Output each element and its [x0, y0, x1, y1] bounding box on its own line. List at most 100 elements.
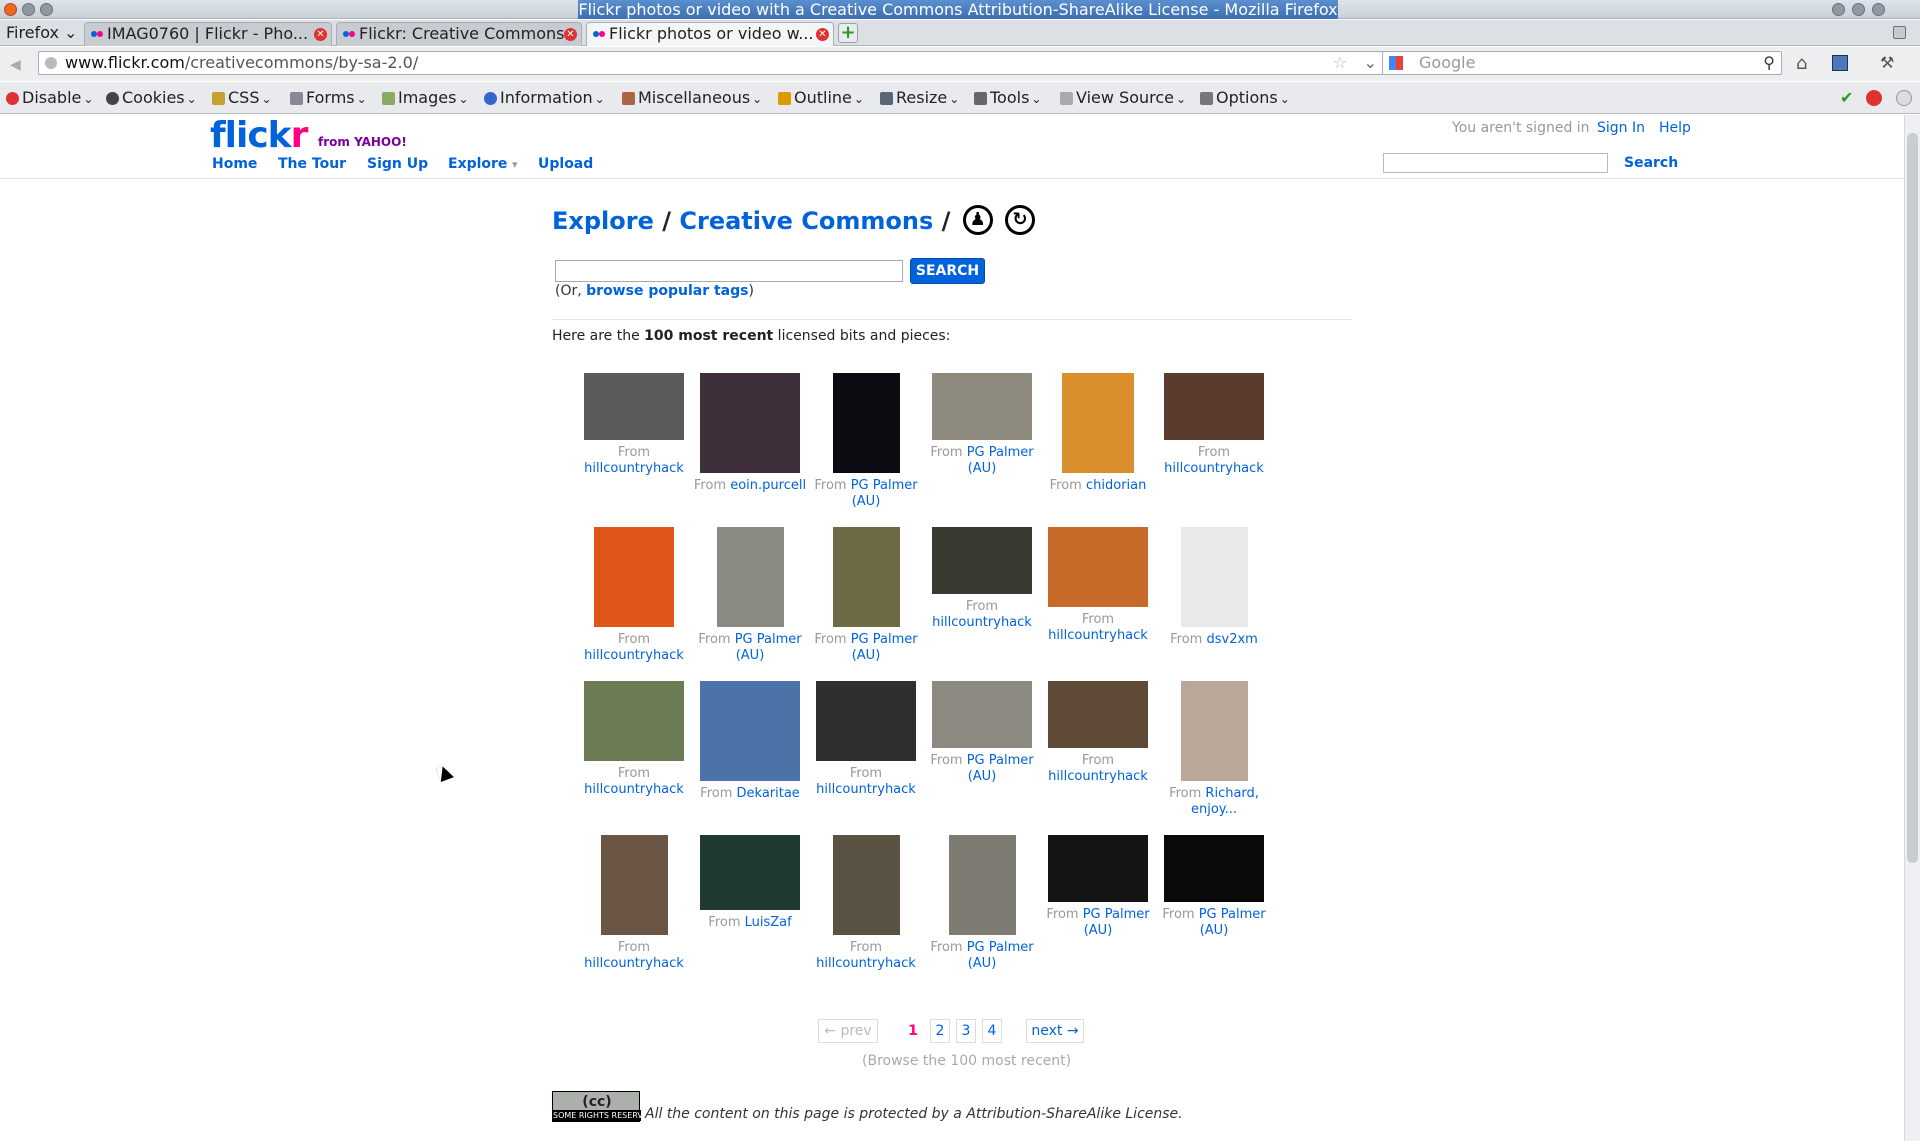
- scrollbar-thumb[interactable]: [1907, 133, 1918, 863]
- photo-owner-link[interactable]: hillcountryhack: [1048, 628, 1148, 643]
- photo-thumbnail[interactable]: [832, 373, 900, 473]
- photo-thumbnail[interactable]: [1048, 527, 1148, 607]
- close-tab-icon[interactable]: ✕: [314, 28, 327, 41]
- header-search-input[interactable]: [1383, 153, 1608, 173]
- photo-thumbnail[interactable]: [700, 681, 800, 781]
- photo-owner-link[interactable]: hillcountryhack: [1164, 461, 1264, 476]
- photo-owner-link[interactable]: PG Palmer (AU): [851, 478, 918, 509]
- close-tab-icon[interactable]: ✕: [816, 28, 829, 41]
- flickr-logo[interactable]: flickr: [210, 115, 308, 156]
- nav-upload[interactable]: Upload: [538, 156, 593, 172]
- page-2[interactable]: 2: [930, 1019, 950, 1043]
- binoculars-icon[interactable]: ⚲: [1763, 52, 1775, 74]
- cc-search-input[interactable]: [555, 260, 903, 282]
- photo-thumbnail[interactable]: [584, 681, 684, 761]
- tab-imag0760[interactable]: IMAG0760 | Flickr - Pho... ✕: [84, 22, 332, 46]
- devbar-outline[interactable]: Outline: [778, 87, 864, 109]
- dropdown-icon[interactable]: ⌄: [1364, 52, 1377, 74]
- tab-list-icon[interactable]: [1893, 26, 1906, 39]
- breadcrumb-explore[interactable]: Explore: [552, 207, 654, 235]
- devbar-disable[interactable]: Disable: [6, 87, 93, 109]
- photo-owner-link[interactable]: hillcountryhack: [584, 782, 684, 797]
- photo-thumbnail[interactable]: [832, 527, 900, 627]
- cc-search-button[interactable]: SEARCH: [910, 258, 985, 284]
- bookmark-star-icon[interactable]: ☆: [1333, 52, 1347, 74]
- photo-thumbnail[interactable]: [832, 835, 900, 935]
- minimize-icon[interactable]: [22, 3, 35, 16]
- nav-sign-up[interactable]: Sign Up: [367, 156, 428, 172]
- photo-owner-link[interactable]: PG Palmer (AU): [967, 940, 1034, 971]
- close-window-icon[interactable]: [1872, 3, 1885, 16]
- photo-owner-link[interactable]: eoin.purcell: [730, 478, 806, 493]
- back-arrow-icon[interactable]: ◀: [10, 57, 21, 73]
- devbar-resize[interactable]: Resize: [880, 87, 959, 109]
- photo-thumbnail[interactable]: [594, 527, 674, 627]
- page-4[interactable]: 4: [982, 1019, 1002, 1043]
- maximize-icon[interactable]: [40, 3, 53, 16]
- site-identity-icon[interactable]: [45, 57, 57, 69]
- tab-creative-commons[interactable]: Flickr: Creative Commons ✕: [336, 22, 582, 46]
- photo-owner-link[interactable]: PG Palmer (AU): [851, 632, 918, 663]
- breadcrumb-creative-commons[interactable]: Creative Commons: [679, 207, 933, 235]
- nav-explore[interactable]: Explore: [448, 156, 507, 172]
- photo-thumbnail[interactable]: [584, 373, 684, 440]
- new-tab-button[interactable]: +: [838, 23, 858, 43]
- photo-thumbnail[interactable]: [932, 373, 1032, 440]
- vertical-scrollbar[interactable]: [1904, 115, 1920, 1141]
- sign-in-link[interactable]: Sign In: [1597, 120, 1645, 136]
- devbar-css[interactable]: CSS: [212, 87, 272, 109]
- photo-owner-link[interactable]: chidorian: [1086, 478, 1146, 493]
- explore-dropdown-icon[interactable]: ▾: [512, 158, 518, 171]
- photo-owner-link[interactable]: PG Palmer (AU): [1083, 907, 1150, 938]
- photo-owner-link[interactable]: hillcountryhack: [816, 782, 916, 797]
- photo-thumbnail[interactable]: [948, 835, 1016, 935]
- url-bar[interactable]: www.flickr.com/creativecommons/by-sa-2.0…: [38, 51, 1408, 75]
- nav-home[interactable]: Home: [212, 156, 257, 172]
- photo-thumbnail[interactable]: [1062, 373, 1134, 473]
- devbar-forms[interactable]: Forms: [290, 87, 367, 109]
- photo-owner-link[interactable]: PG Palmer (AU): [967, 445, 1034, 476]
- photo-thumbnail[interactable]: [1180, 681, 1248, 781]
- devbar-options[interactable]: Options: [1200, 87, 1290, 109]
- photo-owner-link[interactable]: hillcountryhack: [584, 956, 684, 971]
- home-icon[interactable]: ⌂: [1796, 53, 1807, 74]
- devbar-cookies[interactable]: Cookies: [106, 87, 197, 109]
- cc-license-badge[interactable]: (cc) SOME RIGHTS RESERVED: [552, 1091, 641, 1122]
- photo-thumbnail[interactable]: [932, 681, 1032, 748]
- help-link[interactable]: Help: [1659, 120, 1691, 136]
- photo-owner-link[interactable]: hillcountryhack: [932, 615, 1032, 630]
- photo-thumbnail[interactable]: [1164, 835, 1264, 902]
- tab-flickr-photos[interactable]: Flickr photos or video w... ✕: [586, 22, 834, 46]
- photo-owner-link[interactable]: dsv2xm: [1206, 632, 1257, 647]
- photo-thumbnail[interactable]: [816, 681, 916, 761]
- photo-owner-link[interactable]: hillcountryhack: [584, 461, 684, 476]
- photo-thumbnail[interactable]: [716, 527, 784, 627]
- photo-thumbnail[interactable]: [932, 527, 1032, 594]
- error-icon[interactable]: [1866, 90, 1882, 106]
- devbar-view-source[interactable]: View Source: [1060, 87, 1186, 109]
- photo-thumbnail[interactable]: [1164, 373, 1264, 440]
- header-search-button[interactable]: Search: [1624, 155, 1678, 171]
- photo-thumbnail[interactable]: [600, 835, 668, 935]
- photo-owner-link[interactable]: PG Palmer (AU): [1199, 907, 1266, 938]
- devbar-tools[interactable]: Tools: [974, 87, 1041, 109]
- photo-thumbnail[interactable]: [1180, 527, 1248, 627]
- photo-thumbnail[interactable]: [1048, 681, 1148, 748]
- maximize-window-icon[interactable]: [1852, 3, 1865, 16]
- devbar-miscellaneous[interactable]: Miscellaneous: [622, 87, 762, 109]
- search-engine-box[interactable]: Google ⚲: [1382, 51, 1782, 75]
- bookmarks-icon[interactable]: [1832, 55, 1848, 71]
- browse-popular-tags-link[interactable]: browse popular tags: [586, 283, 748, 299]
- minimize-window-icon[interactable]: [1832, 3, 1845, 16]
- close-tab-icon[interactable]: ✕: [564, 28, 577, 41]
- photo-owner-link[interactable]: Dekaritae: [737, 786, 800, 801]
- nav-the-tour[interactable]: The Tour: [278, 156, 346, 172]
- google-icon[interactable]: [1389, 56, 1403, 70]
- tools-icon[interactable]: ⚒: [1880, 53, 1894, 72]
- page-3[interactable]: 3: [956, 1019, 976, 1043]
- devbar-images[interactable]: Images: [382, 87, 469, 109]
- photo-owner-link[interactable]: PG Palmer (AU): [735, 632, 802, 663]
- devbar-information[interactable]: Information: [484, 87, 605, 109]
- photo-owner-link[interactable]: LuisZaf: [745, 915, 792, 930]
- photo-owner-link[interactable]: hillcountryhack: [1048, 769, 1148, 784]
